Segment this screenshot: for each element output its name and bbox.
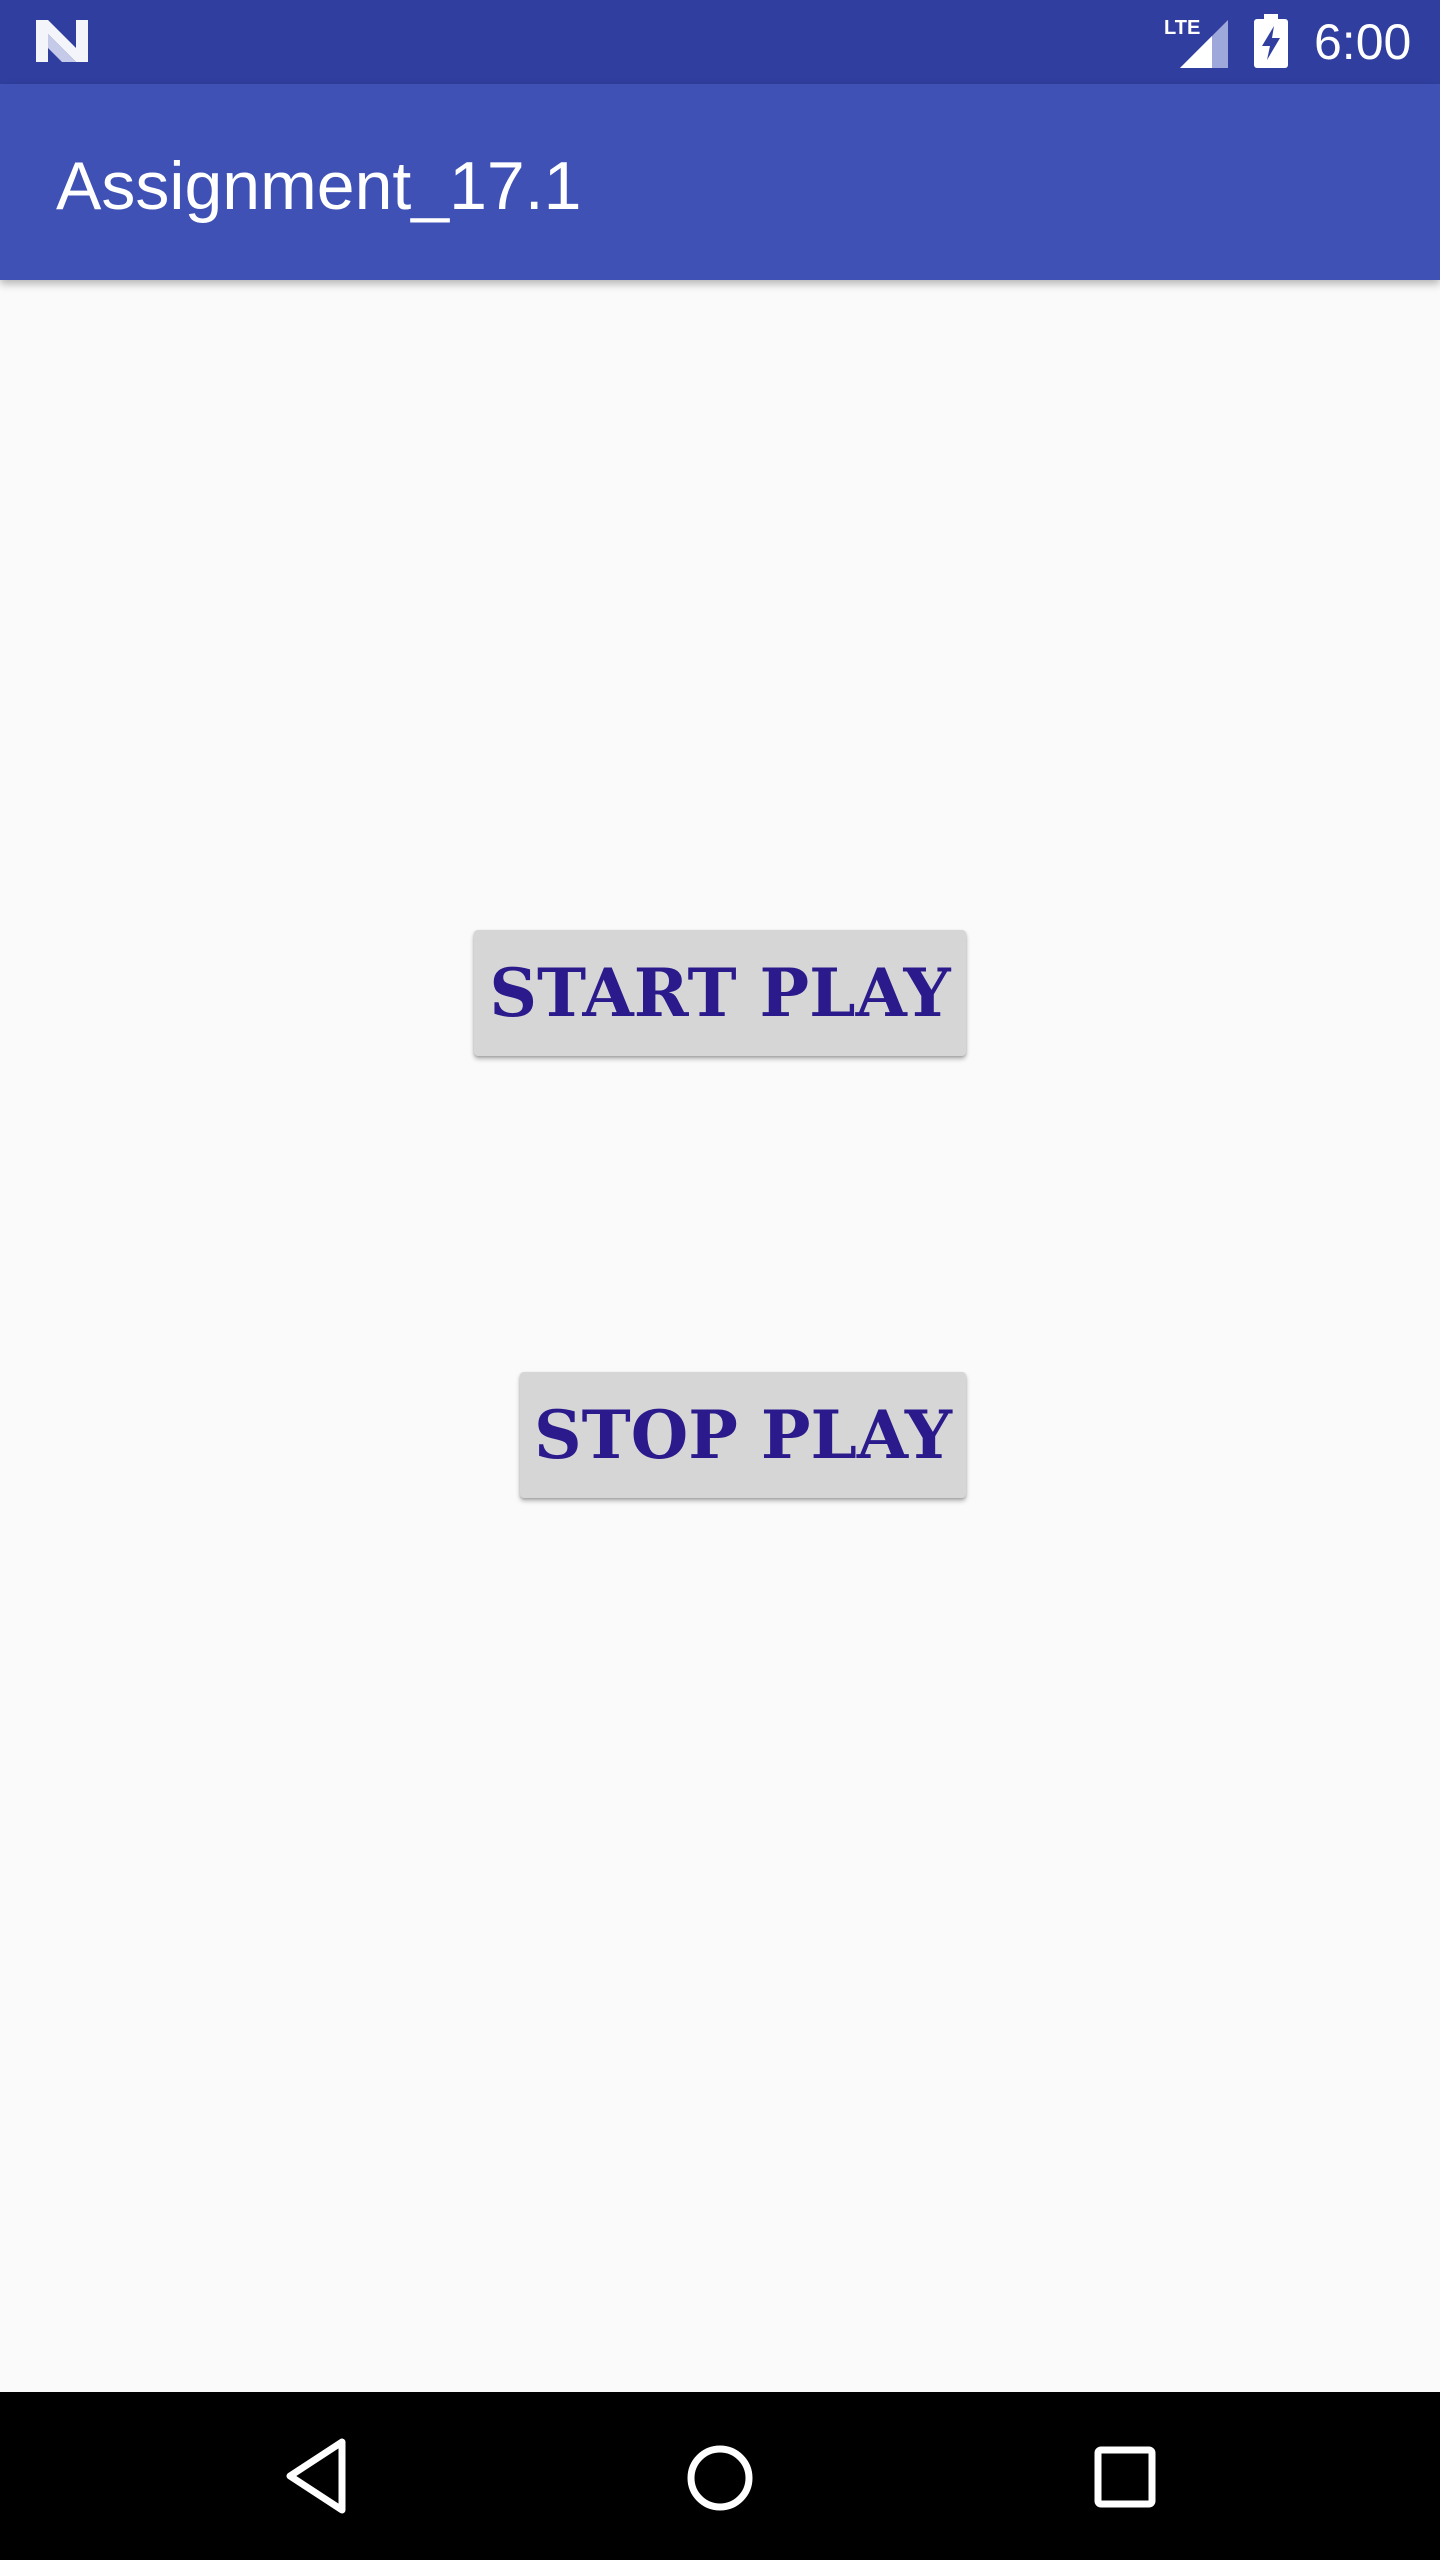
- svg-text:LTE: LTE: [1164, 17, 1200, 39]
- android-n-icon: [36, 20, 88, 62]
- recents-icon[interactable]: [1094, 2446, 1156, 2508]
- navigation-bar: [0, 2392, 1440, 2560]
- main-content: START PLAY STOP PLAY: [0, 280, 1440, 2392]
- home-icon[interactable]: [686, 2444, 754, 2512]
- battery-charging-icon: [1254, 14, 1288, 68]
- start-play-button[interactable]: START PLAY: [474, 930, 966, 1056]
- app-bar: Assignment_17.1: [0, 84, 1440, 280]
- app-title: Assignment_17.1: [56, 148, 582, 224]
- status-clock: 6:00: [1314, 14, 1412, 70]
- back-icon[interactable]: [284, 2436, 348, 2516]
- status-bar: LTE 6:00: [0, 0, 1440, 84]
- stop-play-button[interactable]: STOP PLAY: [520, 1372, 966, 1498]
- lte-signal-icon: LTE: [1164, 17, 1228, 68]
